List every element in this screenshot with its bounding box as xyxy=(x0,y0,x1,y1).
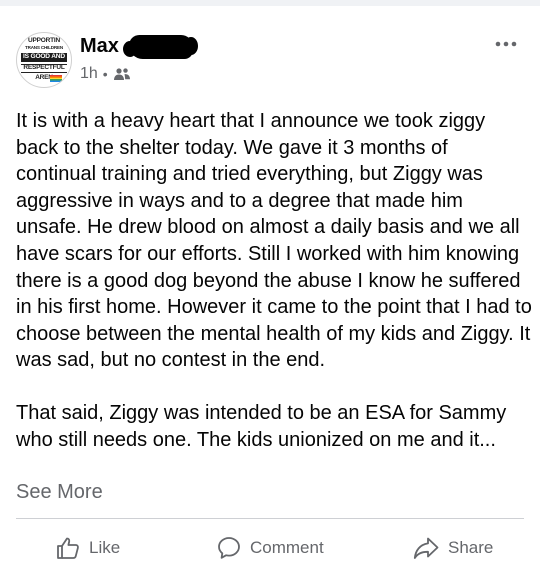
thumbs-up-icon xyxy=(57,537,79,559)
friends-icon[interactable] xyxy=(113,67,131,81)
ellipsis-icon xyxy=(495,41,517,47)
action-divider xyxy=(16,518,524,519)
avatar-text: UPPORTIN xyxy=(28,37,60,44)
rainbow-flag-icon xyxy=(50,75,62,82)
avatar-text: IS GOOD AND xyxy=(21,53,67,62)
post-meta: 1h • xyxy=(80,64,131,84)
name-redaction xyxy=(123,35,198,59)
author-name[interactable]: Max xyxy=(80,35,119,58)
post-paragraph: It is with a heavy heart that I announce… xyxy=(16,110,532,372)
comment-button[interactable]: Comment xyxy=(216,528,324,568)
feed-divider xyxy=(0,0,540,6)
avatar[interactable]: UPPORTIN TRANS CHILDREN IS GOOD AND RESP… xyxy=(16,32,72,88)
share-label: Share xyxy=(448,538,494,557)
like-label: Like xyxy=(89,538,121,557)
comment-icon xyxy=(218,537,240,559)
post-paragraph: That said, Ziggy was intended to be an E… xyxy=(16,401,507,451)
like-button[interactable]: Like xyxy=(55,528,120,568)
post-time[interactable]: 1h xyxy=(80,65,98,83)
see-more-link[interactable]: See More xyxy=(16,481,103,504)
post-text: It is with a heavy heart that I announce… xyxy=(16,108,532,453)
more-options-button[interactable] xyxy=(492,36,520,52)
share-icon xyxy=(413,537,439,559)
meta-separator: • xyxy=(102,66,108,82)
comment-label: Comment xyxy=(250,538,324,557)
share-button[interactable]: Share xyxy=(412,528,493,568)
post-header: UPPORTIN TRANS CHILDREN IS GOOD AND RESP… xyxy=(16,32,524,88)
avatar-text: RESPECTFUL xyxy=(21,64,67,73)
avatar-text: TRANS CHILDREN xyxy=(24,45,64,50)
action-bar: Like Comment Share xyxy=(0,528,540,568)
